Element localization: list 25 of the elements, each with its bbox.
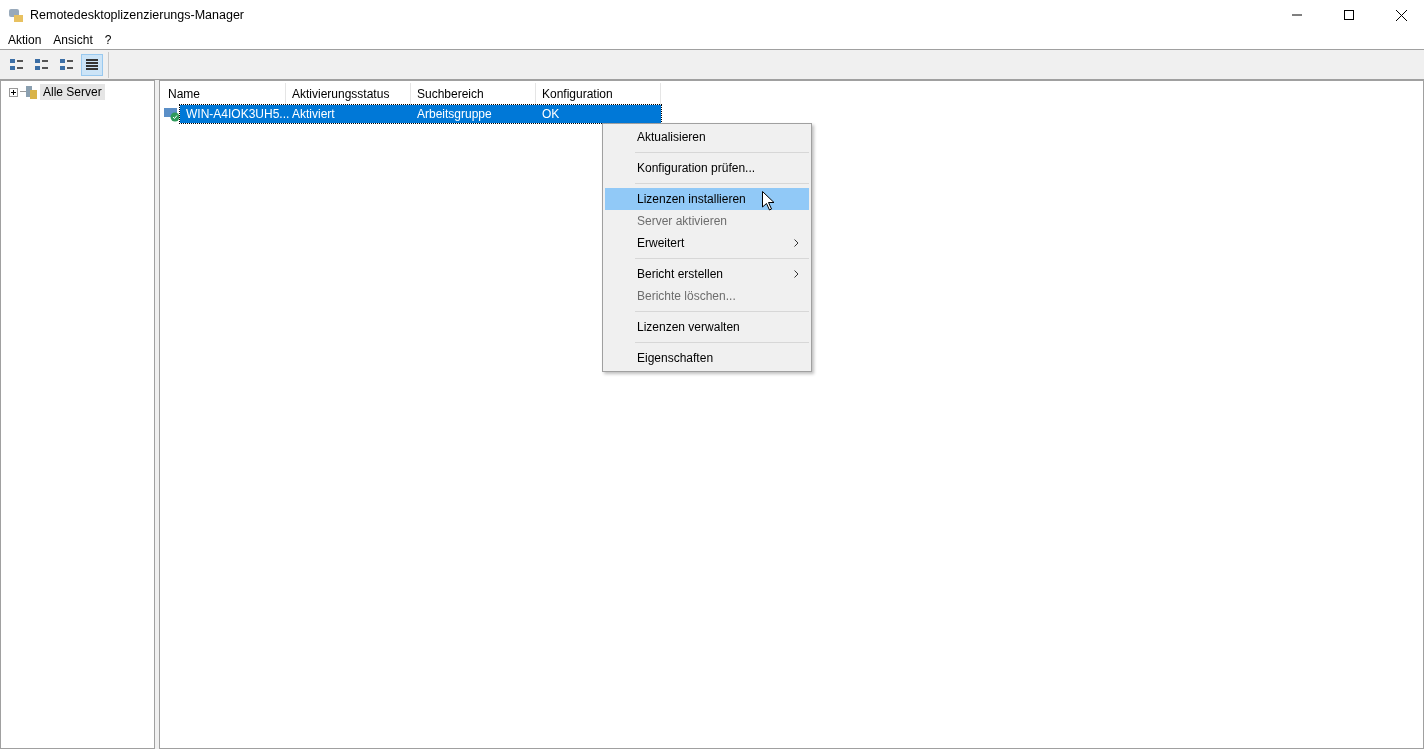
table-cell-text: Aktiviert (291, 107, 336, 121)
context-menu-item[interactable]: Erweitert (605, 232, 809, 254)
maximize-icon (1344, 10, 1354, 20)
details-icon (84, 56, 100, 73)
window-title: Remotedesktoplizenzierungs-Manager (30, 8, 245, 22)
context-menu-item[interactable]: Aktualisieren (605, 126, 809, 148)
menu-item[interactable]: Ansicht (47, 29, 99, 50)
servers-icon (20, 84, 38, 100)
context-menu-item[interactable]: Lizenzen verwalten (605, 316, 809, 338)
tree-item[interactable]: Alle Server (40, 84, 105, 100)
server-check-icon (164, 106, 180, 122)
menu-item[interactable]: ? (98, 29, 118, 50)
context-menu-item[interactable]: Lizenzen installieren (605, 188, 809, 210)
context-menu-item[interactable]: Konfiguration prüfen... (605, 157, 809, 179)
expand-icon[interactable] (9, 87, 18, 97)
view-button[interactable] (81, 53, 103, 76)
close-icon (1395, 9, 1407, 21)
table-row[interactable]: WIN-A4IOK3UH5... Aktiviert Arbeitsgruppe OK (180, 105, 661, 123)
table-cell-text: Arbeitsgruppe (416, 107, 493, 121)
table-cell-text: OK (541, 107, 561, 121)
server-certificate-icon (8, 7, 24, 23)
context-menu-item[interactable]: Eigenschaften (605, 347, 809, 369)
mouse-pointer-icon (762, 191, 775, 211)
context-menu-item[interactable]: Bericht erstellen (605, 263, 809, 285)
menu-item[interactable]: Aktion (2, 29, 48, 50)
